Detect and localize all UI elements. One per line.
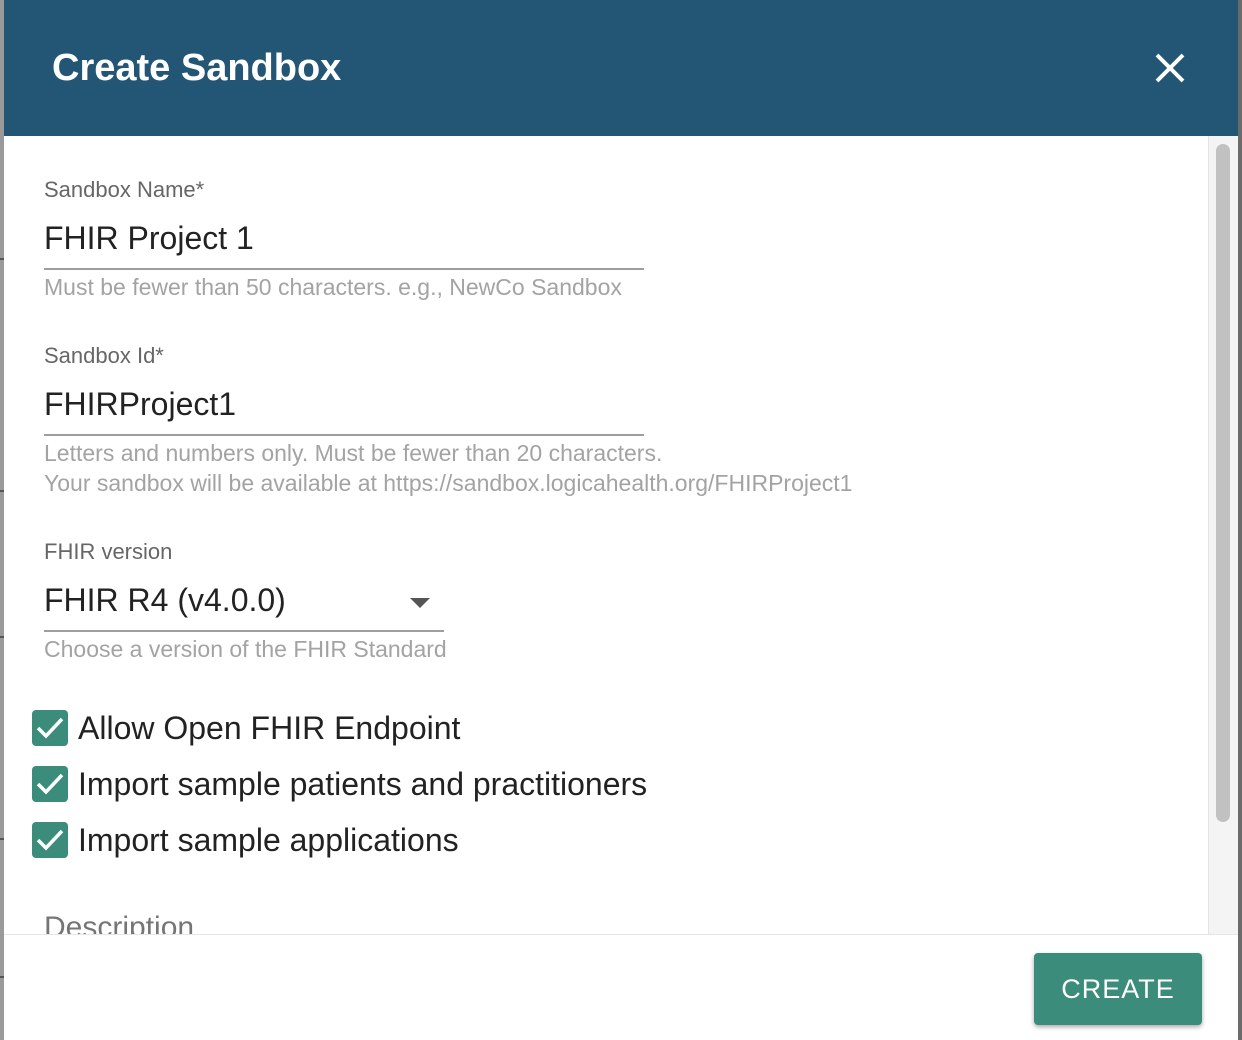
create-sandbox-dialog: Create Sandbox Sandbox Name* Must be few… xyxy=(4,0,1238,1040)
sandbox-id-helper: Letters and numbers only. Must be fewer … xyxy=(44,440,663,466)
sandbox-name-helper: Must be fewer than 50 characters. e.g., … xyxy=(44,274,622,300)
sandbox-id-label: Sandbox Id* xyxy=(44,343,164,368)
fhir-version-underline xyxy=(44,630,444,632)
import-patients-option[interactable]: Import sample patients and practitioners xyxy=(32,764,682,804)
sandbox-name-label: Sandbox Name* xyxy=(44,177,205,202)
close-icon xyxy=(1155,53,1185,83)
sandbox-id-underline xyxy=(44,434,644,436)
import-patients-checkbox[interactable] xyxy=(32,766,68,802)
checkmark-icon xyxy=(36,717,64,739)
sandbox-url-helper: Your sandbox will be available at https:… xyxy=(44,470,853,496)
open-endpoint-checkbox[interactable] xyxy=(32,710,68,746)
fhir-version-value: FHIR R4 (v4.0.0) xyxy=(44,582,286,618)
dialog-footer: CREATE xyxy=(4,934,1238,1040)
sandbox-id-input[interactable] xyxy=(44,384,644,424)
fhir-version-helper: Choose a version of the FHIR Standard xyxy=(44,636,447,662)
import-apps-checkbox[interactable] xyxy=(32,822,68,858)
chevron-down-icon xyxy=(410,598,430,608)
create-button[interactable]: CREATE xyxy=(1034,953,1202,1025)
sandbox-name-underline xyxy=(44,268,644,270)
checkmark-icon xyxy=(36,773,64,795)
import-apps-label: Import sample applications xyxy=(78,822,459,858)
close-button[interactable] xyxy=(1148,46,1192,90)
import-apps-option[interactable]: Import sample applications xyxy=(32,820,492,860)
open-endpoint-label: Allow Open FHIR Endpoint xyxy=(78,710,461,746)
scrollbar-thumb[interactable] xyxy=(1216,144,1230,822)
fhir-version-label: FHIR version xyxy=(44,539,173,564)
dialog-content: Sandbox Name* Must be fewer than 50 char… xyxy=(4,136,1208,934)
import-patients-label: Import sample patients and practitioners xyxy=(78,766,648,802)
fhir-version-select[interactable]: FHIR R4 (v4.0.0) xyxy=(44,580,444,628)
dialog-header: Create Sandbox xyxy=(4,0,1238,136)
description-label: Description xyxy=(44,911,195,934)
checkmark-icon xyxy=(36,829,64,851)
dialog-title: Create Sandbox xyxy=(52,47,342,89)
open-endpoint-option[interactable]: Allow Open FHIR Endpoint xyxy=(32,708,472,748)
sandbox-name-input[interactable] xyxy=(44,218,644,258)
